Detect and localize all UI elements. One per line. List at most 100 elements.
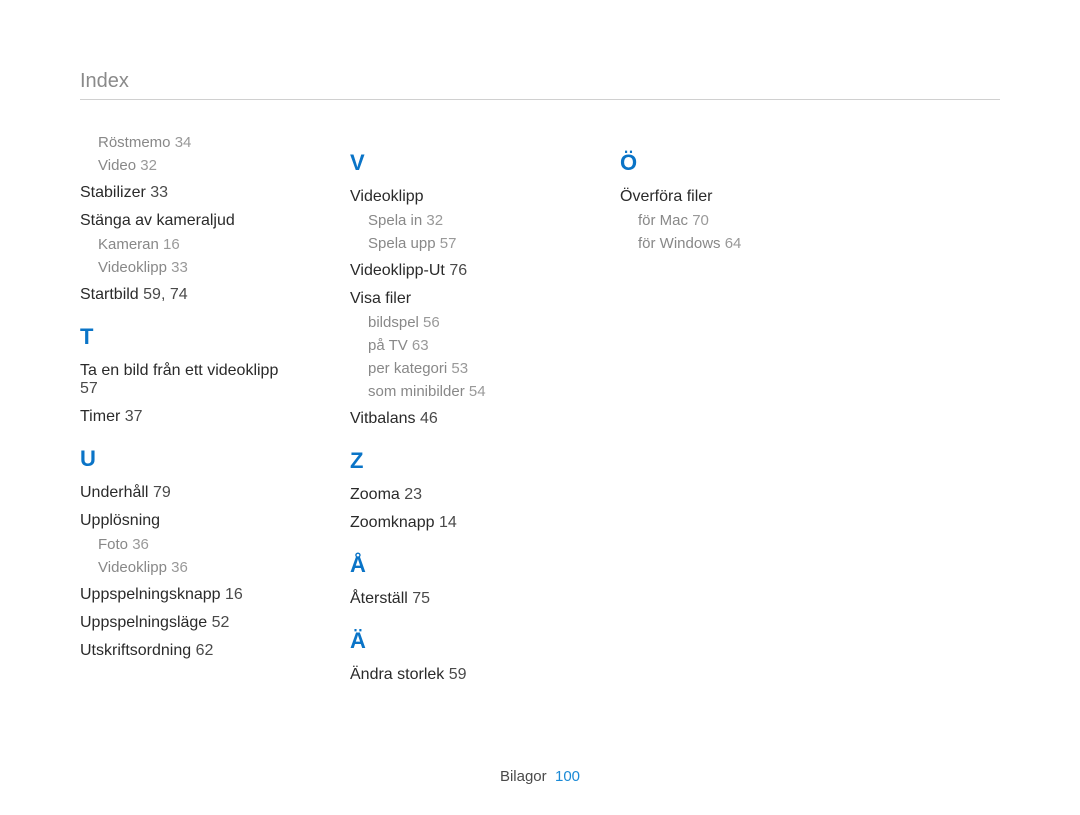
index-entry[interactable]: Underhåll 79: [80, 484, 290, 502]
entry-pages: 37: [125, 408, 143, 425]
entry-label: Röstmemo: [98, 134, 171, 151]
entry-label: för Mac: [638, 212, 688, 229]
index-subentry[interactable]: per kategori 53: [368, 360, 560, 377]
index-entry[interactable]: Stänga av kameraljud: [80, 212, 290, 230]
entry-pages: 46: [420, 410, 438, 427]
entry-pages: 52: [212, 614, 230, 631]
index-subentry[interactable]: Videoklipp 36: [98, 559, 290, 576]
entry-pages: 70: [692, 212, 709, 229]
entry-pages: 53: [451, 360, 468, 377]
entry-label: Uppspelningsknapp: [80, 586, 221, 603]
index-entry[interactable]: Ta en bild från ett videoklipp 57: [80, 362, 290, 398]
entry-label: Stabilizer: [80, 184, 146, 201]
index-column: Röstmemo 34 Video 32 Stabilizer 33 Stänga a…: [80, 130, 290, 690]
entry-label: Videoklipp: [98, 259, 167, 276]
entry-label: Ändra storlek: [350, 666, 444, 683]
entry-label: Foto: [98, 536, 128, 553]
entry-label: Stänga av kameraljud: [80, 212, 235, 229]
entry-pages: 23: [404, 486, 422, 503]
index-letter-heading: Å: [350, 552, 560, 578]
index-subentry[interactable]: Videoklipp 33: [98, 259, 290, 276]
entry-label: Upplösning: [80, 512, 160, 529]
index-subentry[interactable]: som minibilder 54: [368, 383, 560, 400]
entry-pages: 62: [196, 642, 214, 659]
entry-label: Video: [98, 157, 136, 174]
page-title: Index: [80, 70, 1000, 100]
index-subentry[interactable]: på TV 63: [368, 337, 560, 354]
entry-label: Visa filer: [350, 290, 411, 307]
index-subentry[interactable]: för Mac 70: [638, 212, 830, 229]
entry-label: Underhåll: [80, 484, 148, 501]
index-entry[interactable]: Vitbalans 46: [350, 410, 560, 428]
entry-label: per kategori: [368, 360, 447, 377]
page-footer: Bilagor 100: [0, 768, 1080, 785]
entry-label: som minibilder: [368, 383, 465, 400]
entry-label: Ta en bild från ett videoklipp: [80, 362, 278, 379]
index-column: V Videoklipp Spela in 32 Spela upp 57 Videok…: [350, 130, 560, 690]
entry-pages: 79: [153, 484, 171, 501]
footer-page-number: 100: [555, 768, 580, 785]
entry-pages: 14: [439, 514, 457, 531]
entry-pages: 16: [225, 586, 243, 603]
index-entry[interactable]: Videoklipp: [350, 188, 560, 206]
entry-pages: 36: [132, 536, 149, 553]
index-entry[interactable]: Återställ 75: [350, 590, 560, 608]
entry-pages: 32: [140, 157, 157, 174]
entry-label: Zooma: [350, 486, 400, 503]
index-subentry[interactable]: Kameran 16: [98, 236, 290, 253]
index-subentry[interactable]: Spela upp 57: [368, 235, 560, 252]
entry-pages: 57: [440, 235, 457, 252]
entry-label: Uppspelningsläge: [80, 614, 207, 631]
entry-pages: 54: [469, 383, 486, 400]
entry-label: Videoklipp: [350, 188, 424, 205]
entry-label: Zoomknapp: [350, 514, 435, 531]
index-entry[interactable]: Startbild 59, 74: [80, 286, 290, 304]
entry-label: på TV: [368, 337, 408, 354]
index-subentry[interactable]: Foto 36: [98, 536, 290, 553]
entry-pages: 59, 74: [143, 286, 187, 303]
entry-pages: 33: [150, 184, 168, 201]
index-letter-heading: V: [350, 150, 560, 176]
entry-label: Videoklipp-Ut: [350, 262, 445, 279]
entry-label: Spela upp: [368, 235, 436, 252]
entry-pages: 63: [412, 337, 429, 354]
entry-label: Återställ: [350, 590, 408, 607]
index-entry[interactable]: Utskriftsordning 62: [80, 642, 290, 660]
index-entry[interactable]: Zoomknapp 14: [350, 514, 560, 532]
entry-pages: 16: [163, 236, 180, 253]
entry-label: Utskriftsordning: [80, 642, 191, 659]
entry-pages: 33: [171, 259, 188, 276]
index-letter-heading: Ö: [620, 150, 830, 176]
entry-pages: 32: [426, 212, 443, 229]
index-entry[interactable]: Timer 37: [80, 408, 290, 426]
index-subentry[interactable]: för Windows 64: [638, 235, 830, 252]
index-entry[interactable]: Videoklipp-Ut 76: [350, 262, 560, 280]
index-entry[interactable]: Upplösning: [80, 512, 290, 530]
index-subentry[interactable]: Video 32: [98, 157, 290, 174]
index-entry[interactable]: Överföra filer: [620, 188, 830, 206]
entry-pages: 56: [423, 314, 440, 331]
index-letter-heading: T: [80, 324, 290, 350]
index-entry[interactable]: Uppspelningsknapp 16: [80, 586, 290, 604]
index-letter-heading: Z: [350, 448, 560, 474]
entry-label: bildspel: [368, 314, 419, 331]
index-subentry[interactable]: Spela in 32: [368, 212, 560, 229]
index-column: Ö Överföra filer för Mac 70 för Windows 64: [620, 130, 830, 690]
entry-label: Överföra filer: [620, 188, 712, 205]
entry-label: Spela in: [368, 212, 422, 229]
entry-pages: 64: [725, 235, 742, 252]
entry-label: Startbild: [80, 286, 139, 303]
index-entry[interactable]: Stabilizer 33: [80, 184, 290, 202]
index-entry[interactable]: Visa filer: [350, 290, 560, 308]
index-entry[interactable]: Ändra storlek 59: [350, 666, 560, 684]
index-columns: Röstmemo 34 Video 32 Stabilizer 33 Stänga a…: [80, 130, 1000, 690]
index-entry[interactable]: Zooma 23: [350, 486, 560, 504]
index-letter-heading: Ä: [350, 628, 560, 654]
footer-section: Bilagor: [500, 768, 547, 785]
index-entry[interactable]: Uppspelningsläge 52: [80, 614, 290, 632]
entry-pages: 75: [412, 590, 430, 607]
entry-label: Timer: [80, 408, 120, 425]
index-subentry[interactable]: bildspel 56: [368, 314, 560, 331]
entry-label: för Windows: [638, 235, 721, 252]
index-subentry[interactable]: Röstmemo 34: [98, 134, 290, 151]
